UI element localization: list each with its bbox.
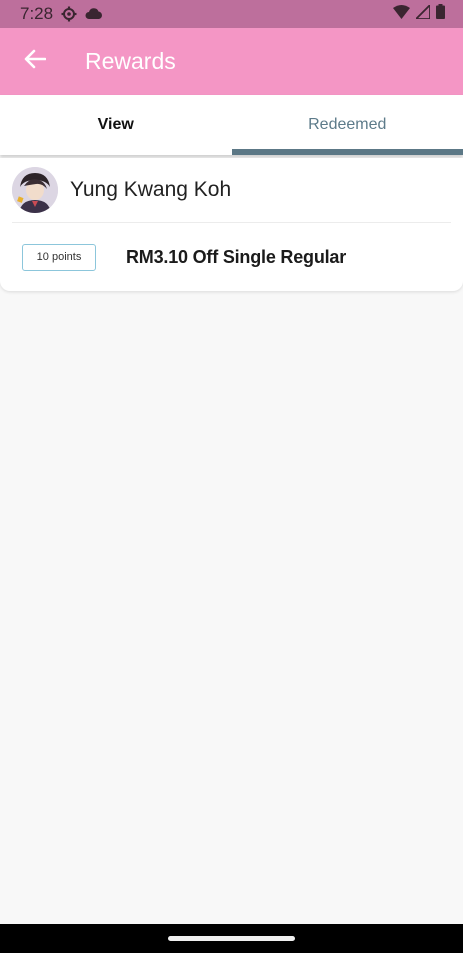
user-name: Yung Kwang Koh — [70, 178, 232, 201]
navigation-bar — [0, 924, 463, 953]
app-bar: Rewards — [0, 28, 463, 95]
points-badge: 10 points — [22, 243, 96, 271]
tab-bar: View Redeemed — [0, 95, 463, 155]
cloud-icon — [85, 8, 103, 20]
wifi-icon — [393, 4, 410, 24]
reward-card: Yung Kwang Koh 10 points RM3.10 Off Sing… — [0, 158, 463, 291]
battery-icon — [436, 4, 445, 24]
reward-item[interactable]: 10 points RM3.10 Off Single Regular — [0, 223, 463, 291]
status-bar: 7:28 — [0, 0, 463, 28]
arrow-left-icon — [24, 49, 47, 74]
reward-title: RM3.10 Off Single Regular — [126, 246, 347, 267]
back-button[interactable] — [20, 47, 50, 77]
avatar — [12, 167, 58, 213]
settings-icon — [61, 6, 77, 22]
signal-icon — [413, 2, 431, 24]
page-title: Rewards — [85, 48, 176, 74]
tab-redeemed[interactable]: Redeemed — [231, 95, 463, 155]
user-row: Yung Kwang Koh — [0, 158, 463, 222]
tab-view[interactable]: View — [0, 95, 232, 155]
status-time: 7:28 — [20, 4, 54, 23]
home-gesture-handle[interactable] — [168, 936, 295, 941]
